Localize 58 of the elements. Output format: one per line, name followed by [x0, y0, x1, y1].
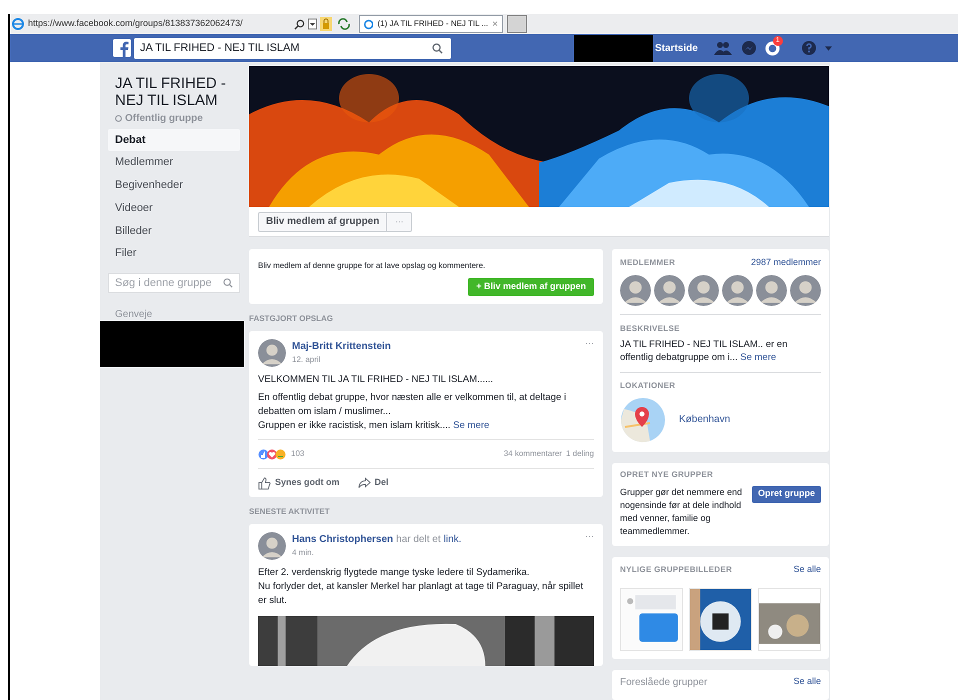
description-text: JA TIL FRIHED - NEJ TIL ISLAM.. er en offentlig debatgruppe om i... Se mere	[620, 338, 788, 364]
nav-item[interactable]: Filer	[108, 242, 240, 264]
create-groups-text: Grupper gør det nemmere end nogensinde før at dele indhold med venner, familie og teammedlemmer.	[620, 486, 744, 538]
see-more-link[interactable]: Se mere	[740, 352, 776, 362]
join-button[interactable]: Bliv medlem af gruppen	[259, 212, 388, 230]
see-all-link[interactable]: Se alle	[793, 562, 821, 576]
friends-icon[interactable]	[714, 41, 732, 55]
section-heading: BESKRIVELSE	[620, 322, 680, 334]
section-heading: NYLIGE GRUPPEBILLEDER	[620, 564, 732, 576]
post-text: En offentlig debat gruppe, hvor næsten alle er velkommen til, at deltage i debatten om islam / muslimer... Gruppen er ikke racistisk, men islam kritisk.... Se mere	[258, 391, 568, 433]
search-field[interactable]: Søg i denne gruppe	[108, 273, 240, 294]
logo-icon[interactable]	[113, 39, 131, 57]
section-heading: LOKATIONER	[620, 380, 676, 392]
post-text: Efter 2. verdenskrig flygtede mange tyske ledere til Sydamerika. Nu forlyder det, at kansler Merkel har planlagt at tage til Paraguay, når spillet er slut.	[258, 566, 584, 608]
group-name: JA TIL FRIHED - NEJ TIL ISLAM	[114, 75, 227, 109]
nav-item[interactable]: Begivenheder	[108, 174, 240, 196]
section-heading: Genveje	[114, 310, 154, 320]
author-link[interactable]: Hans Christophersen	[292, 532, 394, 547]
browser-tab[interactable]: (1) JA TIL FRIHED - NEJ TIL ... ×	[359, 15, 503, 33]
see-more-link[interactable]: Se mere	[453, 420, 490, 431]
search-icon[interactable]	[294, 18, 305, 30]
reactions-icon[interactable]	[258, 448, 288, 460]
section-heading: MEDLEMMER	[620, 257, 676, 269]
home-link[interactable]: Startside	[655, 40, 698, 56]
search-field[interactable]: JA TIL FRIHED - NEJ TIL ISLAM	[134, 38, 451, 58]
join-hint: Bliv medlem af denne gruppe for at lave opslag og kommentere.	[258, 260, 486, 272]
create-group-button[interactable]: Opret gruppe	[752, 486, 821, 502]
share-button[interactable]: Del	[358, 476, 389, 490]
section-heading: Foreslåede grupper	[620, 676, 708, 690]
like-button[interactable]: Synes godt om	[258, 476, 340, 490]
lock-icon	[320, 17, 332, 31]
author-link[interactable]: Maj-Britt Krittenstein	[292, 339, 391, 354]
section-heading: OPRET NYE GRUPPER	[620, 468, 714, 480]
messenger-icon[interactable]	[742, 41, 756, 55]
refresh-icon[interactable]	[337, 18, 351, 30]
section-heading: FASTGJORT OPSLAG	[249, 313, 334, 325]
see-all-link[interactable]: 2987 medlemmer	[750, 256, 821, 270]
nav-item[interactable]: Medlemmer	[108, 152, 240, 174]
nav-item[interactable]: Videoer	[108, 197, 240, 220]
nav-item[interactable]: Billeder	[108, 220, 240, 242]
see-all-link[interactable]: Se alle	[793, 675, 821, 688]
thumbs-up-icon	[258, 476, 271, 490]
post-text: VELKOMMEN TIL JA TIL FRIHED - NEJ TIL ISLAM......	[258, 373, 494, 387]
tab-title: (1) JA TIL FRIHED - NEJ TIL ...	[377, 18, 488, 30]
dropdown-icon[interactable]	[308, 18, 317, 30]
share-icon	[358, 477, 371, 489]
search-icon[interactable]	[432, 42, 443, 54]
caret-icon[interactable]	[824, 46, 832, 50]
nav-item[interactable]: Debat	[108, 129, 240, 151]
new-tab-button[interactable]	[507, 15, 527, 33]
section-heading: SENESTE AKTIVITET	[249, 506, 331, 518]
link[interactable]: link.	[444, 532, 462, 547]
post-action: har delt et	[396, 533, 441, 547]
close-button[interactable]: ×	[492, 16, 498, 32]
address-text[interactable]: https://www.facebook.com/groups/813837362062473/	[28, 17, 268, 31]
location-link[interactable]: København	[679, 412, 730, 427]
privacy-label: Offentlig gruppe	[125, 112, 203, 126]
help-icon[interactable]	[802, 41, 816, 55]
